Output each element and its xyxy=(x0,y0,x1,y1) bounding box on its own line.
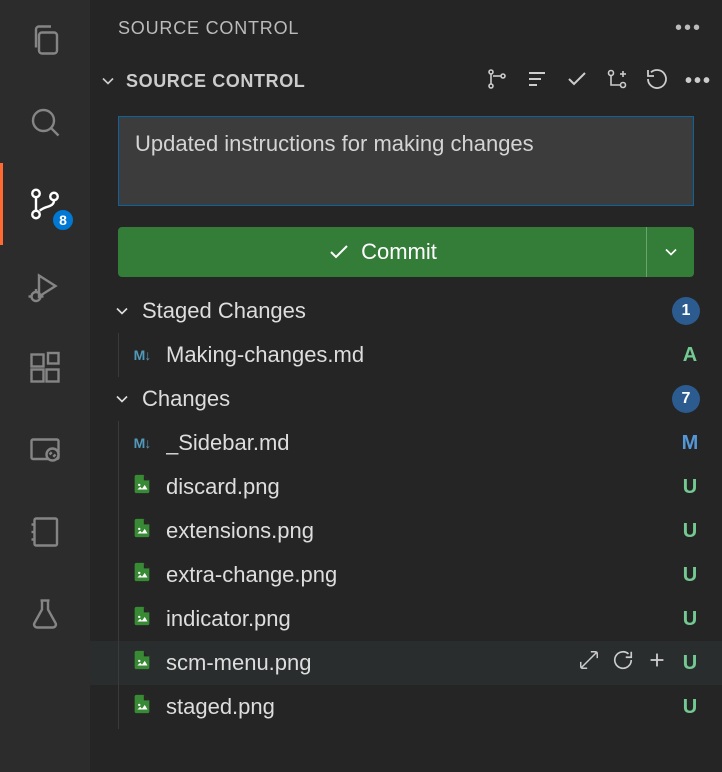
file-name: extra-change.png xyxy=(166,562,668,588)
file-name: Making-changes.md xyxy=(166,342,668,368)
chevron-down-icon xyxy=(661,242,681,262)
remote-icon xyxy=(27,432,63,468)
file-row-actions xyxy=(578,649,668,677)
open-file-button[interactable] xyxy=(578,649,600,677)
file-name: staged.png xyxy=(166,694,668,720)
search-icon xyxy=(27,104,63,140)
changes-count-badge: 7 xyxy=(672,385,700,413)
indent-guide xyxy=(118,641,119,685)
create-pr-button[interactable] xyxy=(605,67,629,96)
section-header[interactable]: SOURCE CONTROL ••• xyxy=(90,56,722,106)
remote-activity[interactable] xyxy=(23,428,67,472)
indent-guide xyxy=(118,333,119,377)
staged-changes-header[interactable]: Staged Changes 1 xyxy=(90,289,722,333)
commit-message-input[interactable]: Updated instructions for making changes xyxy=(118,116,694,206)
staged-file-list: M↓ Making-changes.md A xyxy=(90,333,722,377)
beaker-icon xyxy=(27,596,63,632)
more-icon: ••• xyxy=(685,70,712,92)
file-name: _Sidebar.md xyxy=(166,430,668,456)
changes-file-list: M↓ _Sidebar.md Mdiscard.png Uextensions.png… xyxy=(90,421,722,729)
section-title: SOURCE CONTROL xyxy=(126,71,481,92)
indent-guide xyxy=(118,465,119,509)
view-as-list-button[interactable] xyxy=(525,67,549,96)
image-file-icon xyxy=(131,561,153,589)
source-control-activity[interactable]: 8 xyxy=(23,182,67,226)
file-status-badge: U xyxy=(680,564,700,587)
check-icon xyxy=(327,240,351,264)
image-file-icon xyxy=(131,517,153,545)
file-status-badge: U xyxy=(680,608,700,631)
markdown-file-icon: M↓ xyxy=(134,435,151,451)
notebook-activity[interactable] xyxy=(23,510,67,554)
activity-bar: 8 xyxy=(0,0,90,772)
commit-action-button[interactable] xyxy=(565,67,589,96)
file-row[interactable]: extra-change.png U xyxy=(90,553,722,597)
testing-activity[interactable] xyxy=(23,592,67,636)
refresh-button[interactable] xyxy=(645,67,669,96)
commit-button-group: Commit xyxy=(118,227,694,277)
panel-header: SOURCE CONTROL ••• xyxy=(90,0,722,56)
file-status-badge: A xyxy=(680,344,700,367)
indent-guide xyxy=(118,509,119,553)
file-name: discard.png xyxy=(166,474,668,500)
section-actions: ••• xyxy=(485,67,712,96)
scm-badge: 8 xyxy=(51,208,75,232)
indent-guide xyxy=(118,685,119,729)
image-file-icon xyxy=(131,649,153,677)
chevron-down-icon xyxy=(108,301,136,321)
markdown-file-icon: M↓ xyxy=(134,347,151,363)
file-row[interactable]: discard.png U xyxy=(90,465,722,509)
file-row[interactable]: M↓ _Sidebar.md M xyxy=(90,421,722,465)
source-control-panel: SOURCE CONTROL ••• SOURCE CONTROL ••• Up… xyxy=(90,0,722,772)
discard-changes-button[interactable] xyxy=(612,649,634,677)
file-status-badge: M xyxy=(680,432,700,455)
changes-header[interactable]: Changes 7 xyxy=(90,377,722,421)
notebook-icon xyxy=(27,514,63,550)
search-activity[interactable] xyxy=(23,100,67,144)
file-name: extensions.png xyxy=(166,518,668,544)
indent-guide xyxy=(118,553,119,597)
group-label: Changes xyxy=(142,386,666,412)
explorer-activity[interactable] xyxy=(23,18,67,62)
commit-button[interactable]: Commit xyxy=(118,227,646,277)
commit-button-label: Commit xyxy=(361,239,437,265)
file-status-badge: U xyxy=(680,652,700,675)
extensions-activity[interactable] xyxy=(23,346,67,390)
indent-guide xyxy=(118,421,119,465)
file-row[interactable]: indicator.png U xyxy=(90,597,722,641)
image-file-icon xyxy=(131,473,153,501)
file-status-badge: U xyxy=(680,696,700,719)
more-icon: ••• xyxy=(675,17,702,40)
run-debug-activity[interactable] xyxy=(23,264,67,308)
chevron-down-icon xyxy=(108,389,136,409)
files-icon xyxy=(27,22,63,58)
commit-dropdown-button[interactable] xyxy=(646,227,694,277)
file-row[interactable]: M↓ Making-changes.md A xyxy=(90,333,722,377)
file-row[interactable]: staged.png U xyxy=(90,685,722,729)
image-file-icon xyxy=(131,605,153,633)
panel-title: SOURCE CONTROL xyxy=(118,18,675,39)
stage-changes-button[interactable] xyxy=(646,649,668,677)
chevron-down-icon xyxy=(94,71,122,91)
extensions-icon xyxy=(27,350,63,386)
indent-guide xyxy=(118,597,119,641)
file-row[interactable]: scm-menu.png U xyxy=(90,641,722,685)
debug-icon xyxy=(27,268,63,304)
image-file-icon xyxy=(131,693,153,721)
file-status-badge: U xyxy=(680,476,700,499)
file-name: indicator.png xyxy=(166,606,668,632)
view-as-tree-button[interactable] xyxy=(485,67,509,96)
section-more-button[interactable]: ••• xyxy=(685,70,712,93)
file-status-badge: U xyxy=(680,520,700,543)
commit-area: Updated instructions for making changes … xyxy=(90,106,722,277)
file-name: scm-menu.png xyxy=(166,650,566,676)
group-label: Staged Changes xyxy=(142,298,666,324)
file-tree: Staged Changes 1 M↓ Making-changes.md A Ch… xyxy=(90,289,722,729)
panel-more-button[interactable]: ••• xyxy=(675,17,702,40)
file-row[interactable]: extensions.png U xyxy=(90,509,722,553)
staged-count-badge: 1 xyxy=(672,297,700,325)
